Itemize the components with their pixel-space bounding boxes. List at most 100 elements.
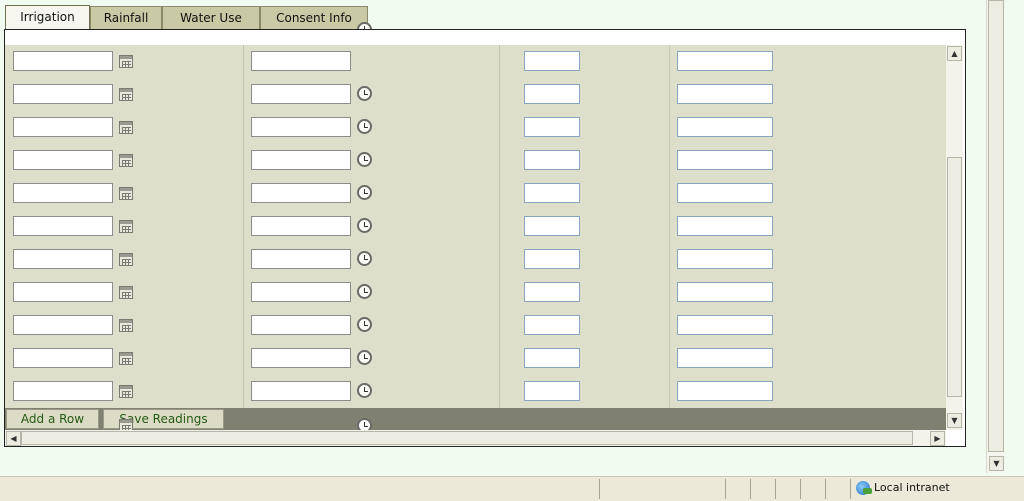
reading-value-field[interactable] — [524, 117, 580, 137]
security-zone-label: Local intranet — [874, 481, 950, 494]
date-field[interactable] — [13, 51, 113, 71]
status-separator — [599, 479, 600, 499]
scroll-right-arrow-icon[interactable]: ▶ — [930, 431, 945, 446]
time-field[interactable] — [251, 282, 351, 302]
calendar-icon[interactable] — [119, 187, 133, 200]
calendar-icon[interactable] — [119, 154, 133, 167]
reading-value-field[interactable] — [524, 84, 580, 104]
reading-value-field[interactable] — [524, 348, 580, 368]
column-divider — [243, 45, 244, 408]
reading-comment-field[interactable] — [677, 282, 773, 302]
scroll-down-arrow-icon[interactable]: ▼ — [947, 413, 962, 428]
date-field[interactable] — [13, 84, 113, 104]
reading-value-field[interactable] — [524, 381, 580, 401]
tab-water-use[interactable]: Water Use — [162, 6, 260, 29]
reading-comment-field[interactable] — [677, 381, 773, 401]
time-field[interactable] — [251, 348, 351, 368]
time-field[interactable] — [251, 249, 351, 269]
date-field[interactable] — [13, 348, 113, 368]
tab-rainfall[interactable]: Rainfall — [90, 6, 162, 29]
clock-icon[interactable] — [357, 383, 372, 398]
grid-vertical-scroll-thumb[interactable] — [947, 157, 962, 397]
reading-comment-field[interactable] — [677, 249, 773, 269]
tab-consent-info[interactable]: Consent Info — [260, 6, 368, 29]
time-field[interactable] — [251, 315, 351, 335]
time-field[interactable] — [251, 381, 351, 401]
calendar-icon[interactable] — [119, 121, 133, 134]
tab-label: Consent Info — [276, 11, 352, 25]
reading-comment-field[interactable] — [677, 51, 773, 71]
tab-label: Water Use — [180, 11, 242, 25]
reading-comment-field[interactable] — [677, 183, 773, 203]
calendar-icon[interactable] — [119, 319, 133, 332]
time-field[interactable] — [251, 183, 351, 203]
page-scroll-down-arrow-icon[interactable]: ▼ — [989, 456, 1004, 471]
time-field[interactable] — [251, 117, 351, 137]
tab-irrigation[interactable]: Irrigation — [5, 5, 90, 30]
status-separator — [725, 479, 726, 499]
calendar-icon[interactable] — [119, 253, 133, 266]
calendar-icon[interactable] — [119, 220, 133, 233]
reading-value-field[interactable] — [524, 249, 580, 269]
tab-label: Rainfall — [103, 11, 149, 25]
time-field[interactable] — [251, 84, 351, 104]
time-field[interactable] — [251, 150, 351, 170]
status-separator — [800, 479, 801, 499]
column-divider — [669, 45, 670, 408]
calendar-icon[interactable] — [119, 385, 133, 398]
calendar-icon[interactable] — [119, 55, 133, 68]
date-field[interactable] — [13, 216, 113, 236]
date-field[interactable] — [13, 117, 113, 137]
grid-footer-bar: Add a Row Save Readings — [5, 408, 946, 430]
grid-horizontal-scroll-thumb[interactable] — [21, 431, 913, 445]
page-scroll-thumb[interactable] — [988, 0, 1004, 452]
date-field[interactable] — [13, 315, 113, 335]
date-field[interactable] — [13, 381, 113, 401]
date-field[interactable] — [13, 282, 113, 302]
reading-value-field[interactable] — [524, 51, 580, 71]
clock-icon[interactable] — [357, 317, 372, 332]
grid-vertical-scrollbar[interactable]: ▲ ▼ — [946, 45, 963, 430]
calendar-icon[interactable] — [119, 88, 133, 101]
reading-value-field[interactable] — [524, 150, 580, 170]
status-separator — [825, 479, 826, 499]
clock-icon[interactable] — [357, 152, 372, 167]
clock-icon[interactable] — [357, 185, 372, 200]
add-row-button[interactable]: Add a Row — [6, 409, 99, 429]
reading-comment-field[interactable] — [677, 315, 773, 335]
tab-label: Irrigation — [20, 10, 75, 24]
reading-value-field[interactable] — [524, 216, 580, 236]
clock-icon[interactable] — [357, 284, 372, 299]
reading-comment-field[interactable] — [677, 150, 773, 170]
clock-icon[interactable] — [357, 86, 372, 101]
clock-icon[interactable] — [357, 350, 372, 365]
reading-comment-field[interactable] — [677, 348, 773, 368]
clock-icon[interactable] — [357, 251, 372, 266]
reading-comment-field[interactable] — [677, 84, 773, 104]
status-separator — [750, 479, 751, 499]
date-field[interactable] — [13, 183, 113, 203]
time-field[interactable] — [251, 216, 351, 236]
add-row-label: Add a Row — [20, 412, 85, 426]
grid-horizontal-scrollbar[interactable]: ◀ ▶ — [5, 430, 946, 446]
reading-comment-field[interactable] — [677, 117, 773, 137]
reading-value-field[interactable] — [524, 315, 580, 335]
calendar-icon[interactable] — [119, 286, 133, 299]
scroll-left-arrow-icon[interactable]: ◀ — [6, 431, 21, 446]
reading-value-field[interactable] — [524, 183, 580, 203]
page-vertical-scrollbar[interactable]: ▼ — [986, 0, 1005, 473]
reading-comment-field[interactable] — [677, 216, 773, 236]
clock-icon[interactable] — [357, 218, 372, 233]
calendar-icon[interactable] — [119, 352, 133, 365]
browser-status-bar: Local intranet — [0, 476, 1024, 501]
clock-icon[interactable] — [357, 119, 372, 134]
globe-icon — [856, 481, 872, 495]
scroll-up-arrow-icon[interactable]: ▲ — [947, 46, 962, 61]
status-separator — [775, 479, 776, 499]
date-field[interactable] — [13, 249, 113, 269]
readings-grid — [5, 45, 946, 408]
status-separator — [850, 479, 851, 499]
date-field[interactable] — [13, 150, 113, 170]
time-field[interactable] — [251, 51, 351, 71]
reading-value-field[interactable] — [524, 282, 580, 302]
